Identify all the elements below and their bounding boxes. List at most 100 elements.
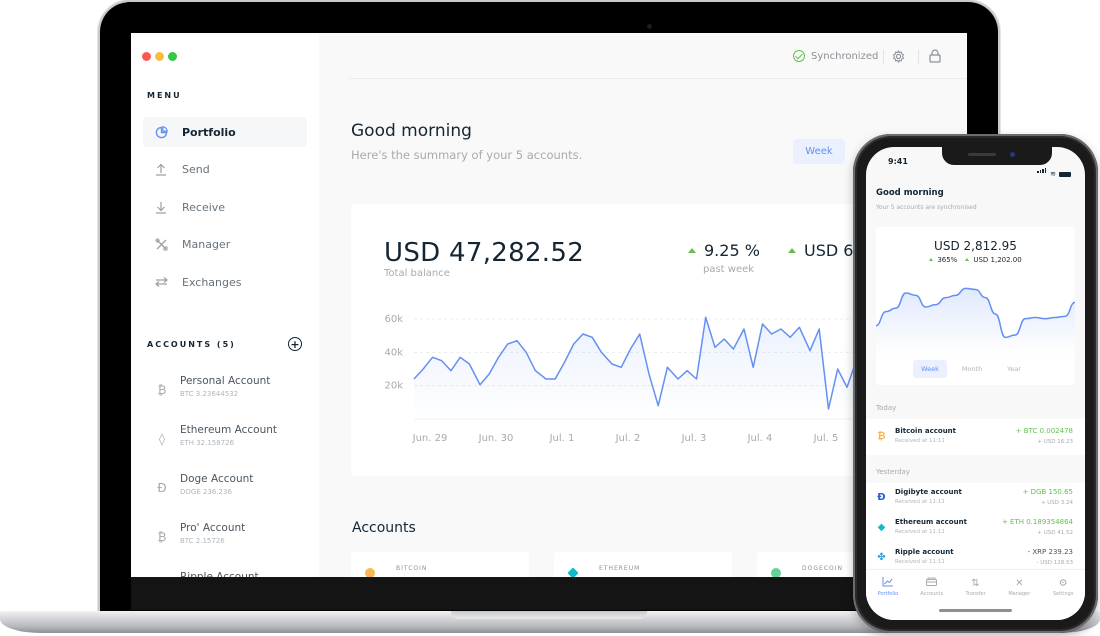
mobile-balance-change: 365% USD 1,202.00 (876, 256, 1075, 264)
digibyte-icon: Đ (877, 492, 886, 503)
close-window-button[interactable] (142, 52, 151, 61)
bitcoin-icon: ₿ (877, 431, 886, 442)
sidebar-item-label: Send (182, 163, 210, 177)
pie-chart-icon (153, 124, 169, 140)
tools-icon: ✕ (1015, 578, 1024, 589)
operation-amount: + DGB 150.65 (1022, 488, 1073, 496)
maximize-window-button[interactable] (168, 52, 177, 61)
period-tab-week[interactable]: Week (793, 139, 845, 164)
change-usd-value: USD 6 (804, 241, 854, 260)
account-card-ethereum[interactable]: ETHEREUM (554, 552, 732, 577)
tools-icon (153, 237, 169, 253)
wallet-icon (926, 577, 938, 591)
add-account-button[interactable]: + (288, 337, 302, 351)
mobile-balance: USD 2,812.95 (934, 239, 1017, 253)
arrow-up-icon (153, 162, 169, 178)
operation-account: Digibyte account (895, 488, 962, 496)
operation-time: Received at 11:11 (895, 438, 945, 444)
sidebar-item-manager[interactable]: Manager (143, 230, 307, 260)
account-balance: BTC 2.15726 (180, 537, 225, 545)
account-name: Pro' Account (180, 522, 246, 534)
menu-heading: MENU (147, 91, 182, 100)
x-tick-label: Jun. 30 (478, 433, 514, 444)
mobile-greeting: Good morning (876, 188, 944, 198)
operation-time: Received at 11:11 (895, 529, 945, 535)
y-tick-label: 20k (384, 381, 403, 392)
chart-area-fill (414, 317, 876, 419)
phone-notch (942, 147, 1052, 165)
mobile-tab-week[interactable]: Week (913, 360, 947, 378)
up-arrow-icon (929, 258, 934, 261)
sidebar-nav: Portfolio Send Receive Manager Exchanges (143, 117, 307, 305)
page-title: Good morning (351, 121, 472, 141)
dogecoin-icon (771, 568, 781, 577)
check-circle-icon (793, 50, 805, 62)
operation-amount: - XRP 239.23 (1027, 548, 1073, 556)
account-card-label: ETHEREUM (599, 565, 641, 572)
sync-status-label: Synchronized (811, 50, 879, 62)
operation-time: Received at 11:11 (895, 499, 945, 505)
operation-account: Ripple account (895, 548, 954, 556)
sidebar-item-exchanges[interactable]: Exchanges (143, 267, 307, 297)
tabbar-manager[interactable]: ✕ Manager (997, 570, 1041, 620)
mobile-balance-card: USD 2,812.95 365% USD 1,202.00 Week Mont… (876, 227, 1075, 385)
ethereum-icon (567, 567, 579, 577)
operation-row[interactable]: ✤ Ripple account Received at 11:11 - XRP… (866, 543, 1085, 569)
window-controls (142, 52, 177, 61)
sidebar-account-item[interactable]: ₿ Pro' Account BTC 2.15726 (155, 522, 305, 571)
sidebar-item-label: Receive (182, 200, 226, 214)
up-arrow-icon (788, 248, 796, 253)
mobile-tab-month[interactable]: Month (955, 360, 989, 378)
sidebar-item-receive[interactable]: Receive (143, 192, 307, 222)
gear-icon: ⚙ (1058, 578, 1068, 589)
sidebar-account-item[interactable]: ◊ Ethereum Account ETH 32.158726 (155, 424, 305, 473)
top-bar: Synchronized (349, 33, 967, 79)
mobile-tab-year[interactable]: Year (997, 360, 1031, 378)
gear-icon (892, 49, 904, 63)
operation-row[interactable]: ₿ Bitcoin account Received at 11:11 + BT… (866, 419, 1085, 455)
ethereum-icon: ◆ (877, 522, 886, 533)
mobile-tab-bar: Portfolio Accounts ⇅ Transfer ✕ Manager … (866, 569, 1085, 620)
today-operations: ₿ Bitcoin account Received at 11:11 + BT… (866, 419, 1085, 455)
sidebar-account-item[interactable]: ₿ Personal Account BTC 3.23644532 (155, 375, 305, 424)
operation-row[interactable]: Đ Digibyte account Received at 11:11 + D… (866, 483, 1085, 513)
plus-circle-icon: + (290, 337, 300, 351)
settings-button[interactable] (890, 47, 906, 65)
up-arrow-icon (688, 248, 696, 253)
tabbar-label: Portfolio (877, 591, 899, 597)
sidebar-account-item[interactable]: Ripple Account (155, 571, 305, 577)
lock-button[interactable] (927, 47, 943, 65)
section-today: Today (876, 404, 897, 412)
transfer-icon: ⇅ (971, 578, 980, 589)
sidebar-item-send[interactable]: Send (143, 155, 307, 185)
bitcoin-icon (365, 568, 375, 577)
operation-row[interactable]: ◆ Ethereum account Received at 11:11 + E… (866, 513, 1085, 543)
tabbar-portfolio[interactable]: Portfolio (866, 570, 910, 620)
sidebar-account-item[interactable]: Ð Doge Account DOGE 236.236 (155, 473, 305, 522)
tabbar-transfer[interactable]: ⇅ Transfer (954, 570, 998, 620)
y-tick-label: 60k (384, 314, 403, 325)
x-tick-label: Jul. 4 (747, 433, 773, 444)
up-arrow-icon (965, 258, 970, 261)
signal-icon (1037, 158, 1047, 177)
tabbar-accounts[interactable]: Accounts (910, 570, 954, 620)
status-time: 9:41 (888, 157, 908, 166)
bitcoin-icon: ₿ (157, 530, 167, 544)
sidebar-accounts-list: ₿ Personal Account BTC 3.23644532 ◊ Ethe… (155, 375, 305, 577)
accounts-section-title: Accounts (352, 520, 416, 536)
ripple-icon: ✤ (877, 552, 886, 563)
laptop-hinge (451, 611, 647, 619)
account-name: Ripple Account (180, 571, 259, 577)
home-indicator (939, 609, 1012, 612)
change-percent: 9.25 % (688, 241, 760, 260)
operation-amount: + ETH 0.189354864 (1001, 518, 1073, 526)
operation-usd: + USD 3.24 (1040, 500, 1073, 506)
tabbar-settings[interactable]: ⚙ Settings (1041, 570, 1085, 620)
account-card-bitcoin[interactable]: BITCOIN (351, 552, 529, 577)
operation-usd: + USD 16.23 (1037, 439, 1073, 445)
minimize-window-button[interactable] (155, 52, 164, 61)
battery-icon (1059, 172, 1071, 177)
sidebar-item-portfolio[interactable]: Portfolio (143, 117, 307, 147)
laptop-bezel-bottom (131, 577, 967, 610)
account-balance: BTC 3.23644532 (180, 390, 239, 398)
